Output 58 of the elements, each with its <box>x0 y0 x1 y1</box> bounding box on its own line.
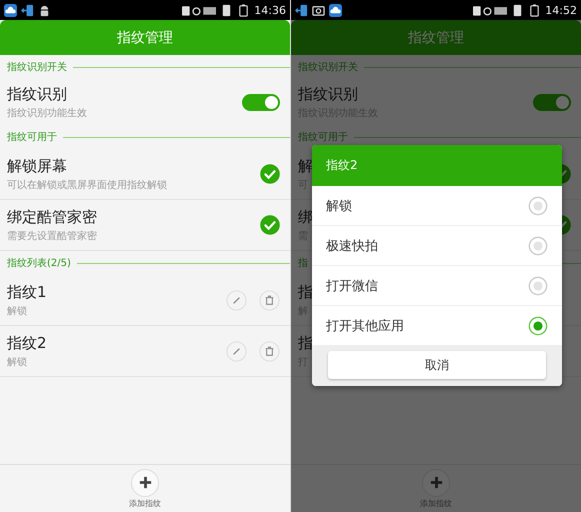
delete-icon[interactable] <box>259 290 280 310</box>
cloud-app-icon <box>4 4 17 16</box>
row-subtitle: 需要先设置酷管家密 <box>7 230 97 242</box>
row-title: 指纹识别 <box>298 84 358 104</box>
toggle-switch[interactable] <box>533 94 571 110</box>
dialog-title: 指纹2 <box>326 157 358 174</box>
cancel-button[interactable]: 取消 <box>328 351 546 379</box>
screen-title: 指纹管理 <box>408 28 464 46</box>
row-subtitle: 解锁 <box>7 304 27 318</box>
row-title: 指 <box>298 334 313 352</box>
option-row[interactable]: 打开微信 <box>312 266 562 306</box>
row-subtitle: 指纹识别功能生效 <box>7 106 87 120</box>
row-title: 指 <box>298 282 313 302</box>
plus-icon <box>428 475 444 490</box>
plus-icon <box>138 475 152 490</box>
android-icon <box>38 4 51 16</box>
checkbox[interactable] <box>260 164 280 184</box>
phone-transfer-icon <box>295 4 308 16</box>
option-row[interactable]: 打开其他应用 <box>312 306 562 346</box>
clock-time: 14:52 <box>545 4 577 16</box>
row-title: 指纹识别 <box>7 84 67 104</box>
signal-icon <box>182 4 216 16</box>
row-title: 绑 <box>298 208 313 226</box>
cloud-app-icon <box>329 4 342 16</box>
row-title: 指纹2 <box>7 334 47 352</box>
camera-icon <box>312 4 325 16</box>
section-header: 指 <box>298 256 308 270</box>
row-subtitle: 可以在解锁或黑屏界面使用指纹解锁 <box>7 178 167 192</box>
screen-title: 指纹管理 <box>117 28 173 46</box>
signal-icon <box>473 4 508 16</box>
row-title: 指纹1 <box>7 282 47 302</box>
battery-icon <box>237 4 250 16</box>
toggle-switch[interactable] <box>242 94 280 110</box>
option-row[interactable]: 解锁 <box>312 186 562 226</box>
option-row[interactable]: 极速快拍 <box>312 226 562 266</box>
add-label: 添加指纹 <box>420 498 452 508</box>
section-header: 指纹列表(2/5) <box>7 256 71 270</box>
row-title: 解 <box>298 156 313 176</box>
radio-button[interactable] <box>528 236 548 256</box>
section-header: 指纹识别开关 <box>7 60 67 74</box>
phone-transfer-icon <box>21 4 34 16</box>
radio-button[interactable] <box>528 196 548 216</box>
fingerprint-row[interactable]: 指纹1 解锁 <box>0 275 290 326</box>
row-subtitle: 解锁 <box>7 356 27 368</box>
delete-icon[interactable] <box>259 340 280 362</box>
radio-button[interactable] <box>528 316 548 336</box>
battery-icon <box>528 4 542 16</box>
add-label: 添加指纹 <box>129 498 161 508</box>
radio-button[interactable] <box>528 276 548 296</box>
clock-time: 14:36 <box>254 4 286 16</box>
section-header: 指纹可用于 <box>298 130 348 144</box>
section-header: 指纹可用于 <box>7 130 57 144</box>
row-title: 绑定酷管家密 <box>7 208 97 226</box>
row-title: 解锁屏幕 <box>7 156 67 176</box>
fingerprint-row[interactable]: 指纹2 解锁 <box>0 326 290 377</box>
add-button[interactable] <box>131 468 159 496</box>
section-header: 指纹识别开关 <box>298 60 358 74</box>
checkbox[interactable] <box>260 215 280 235</box>
